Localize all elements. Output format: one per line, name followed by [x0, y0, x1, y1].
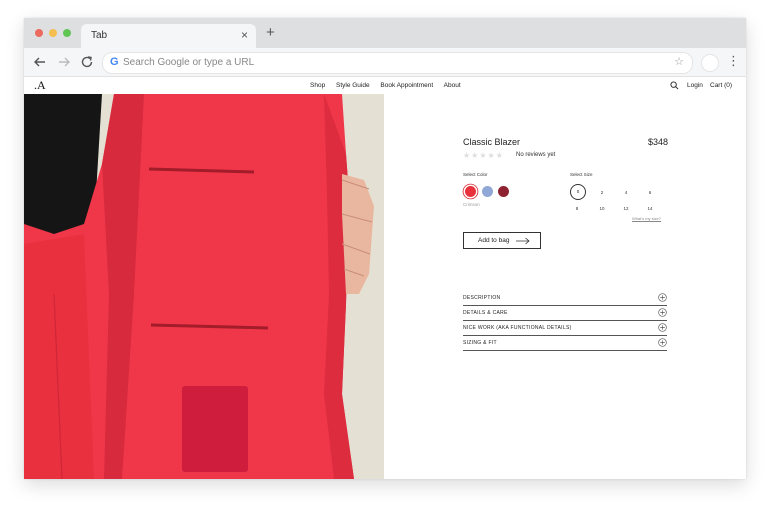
browser-window: Tab × + G ☆ ⋮ .A Shop Style Guide Book A… — [24, 18, 746, 479]
back-arrow-icon[interactable] — [32, 54, 48, 70]
reload-icon[interactable] — [79, 54, 95, 70]
plus-circle-icon — [658, 338, 667, 347]
bookmark-star-icon[interactable]: ☆ — [674, 55, 684, 68]
close-icon[interactable]: × — [241, 28, 248, 42]
close-window-button[interactable] — [35, 29, 43, 37]
nav-shop[interactable]: Shop — [310, 82, 325, 89]
product-price: $348 — [647, 137, 668, 147]
forward-arrow-icon[interactable] — [56, 54, 72, 70]
color-swatch-blue[interactable] — [482, 186, 493, 197]
plus-circle-icon — [658, 293, 667, 302]
accordion-description[interactable]: DESCRIPTION — [463, 291, 667, 306]
accordion-sizing-fit[interactable]: SIZING & FIT — [463, 336, 667, 351]
color-swatch-burgundy[interactable] — [498, 186, 509, 197]
product-details: Classic Blazer $348 ★★★★★ No reviews yet… — [384, 94, 746, 479]
size-option-12[interactable]: 12 — [621, 206, 631, 211]
site-header: .A Shop Style Guide Book Appointment Abo… — [24, 77, 746, 94]
add-to-bag-label: Add to bag — [478, 237, 510, 244]
size-option-6[interactable]: 6 — [645, 190, 655, 195]
plus-circle-icon — [658, 323, 667, 332]
add-to-bag-button[interactable]: Add to bag — [463, 232, 541, 249]
product-image — [24, 94, 384, 479]
plus-circle-icon — [658, 308, 667, 317]
omnibox-input[interactable] — [123, 55, 663, 70]
login-link[interactable]: Login — [687, 82, 703, 89]
search-icon[interactable] — [670, 81, 679, 90]
select-size-label: Select Size — [570, 172, 593, 177]
nav-style-guide[interactable]: Style Guide — [336, 82, 370, 89]
blazer-photo — [24, 94, 384, 479]
accordion-label: SIZING & FIT — [463, 340, 497, 346]
accordion-details-care[interactable]: DETAILS & CARE — [463, 306, 667, 321]
size-option-0[interactable]: 0 — [570, 184, 586, 200]
browser-menu-icon[interactable]: ⋮ — [727, 52, 740, 70]
profile-avatar[interactable] — [701, 54, 719, 72]
cart-link[interactable]: Cart (0) — [710, 82, 732, 89]
accordion-label: NICE WORK (AKA FUNCTIONAL DETAILS) — [463, 325, 572, 331]
rating-stars[interactable]: ★★★★★ — [463, 151, 504, 160]
google-icon: G — [110, 56, 119, 68]
size-option-14[interactable]: 14 — [645, 206, 655, 211]
size-option-2[interactable]: 2 — [597, 190, 607, 195]
product-title: Classic Blazer — [463, 137, 521, 147]
color-swatch-crimson[interactable] — [465, 186, 476, 197]
whats-my-size-link[interactable]: What's my size? — [632, 216, 661, 221]
size-option-4[interactable]: 4 — [621, 190, 631, 195]
size-option-10[interactable]: 10 — [597, 206, 607, 211]
accordion-nice-work[interactable]: NICE WORK (AKA FUNCTIONAL DETAILS) — [463, 321, 667, 336]
tab-title: Tab — [91, 30, 108, 41]
browser-tab[interactable]: Tab × — [81, 24, 256, 48]
accordion-label: DETAILS & CARE — [463, 310, 508, 316]
minimize-window-button[interactable] — [49, 29, 57, 37]
selected-color-name: Crimson — [463, 202, 480, 207]
nav-about[interactable]: About — [444, 82, 461, 89]
browser-toolbar: G ☆ ⋮ — [24, 48, 746, 77]
maximize-window-button[interactable] — [63, 29, 71, 37]
brand-logo[interactable]: .A — [34, 78, 46, 93]
main-nav: Shop Style Guide Book Appointment About — [310, 82, 470, 89]
arrow-right-icon — [516, 237, 530, 245]
accordion-label: DESCRIPTION — [463, 295, 501, 301]
nav-book-appointment[interactable]: Book Appointment — [380, 82, 433, 89]
select-color-label: Select Color — [463, 172, 488, 177]
tab-strip: Tab × + — [24, 18, 746, 48]
new-tab-button[interactable]: + — [266, 25, 275, 41]
address-bar[interactable]: G ☆ — [102, 52, 693, 74]
reviews-count: No reviews yet — [516, 152, 556, 158]
size-option-8[interactable]: 8 — [572, 206, 582, 211]
